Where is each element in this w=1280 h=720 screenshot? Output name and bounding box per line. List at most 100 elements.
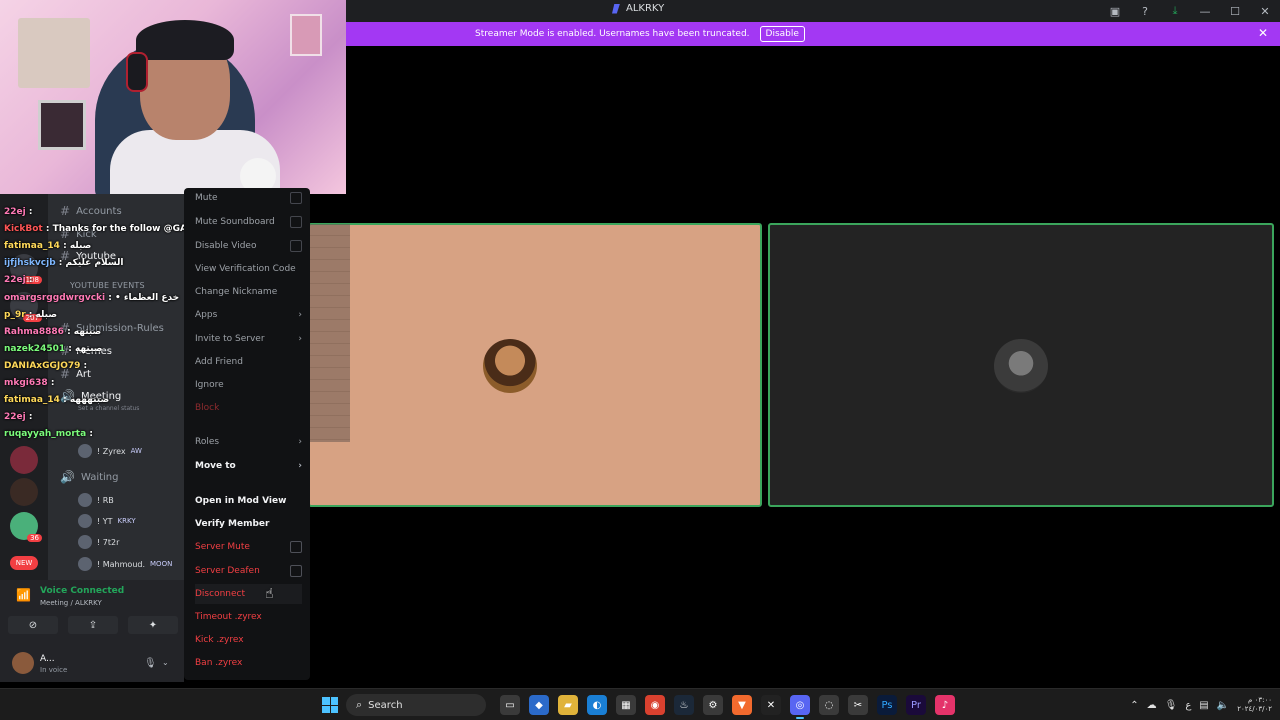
app-icon[interactable]: ◌: [819, 695, 839, 715]
chat-username: ijfjhskvcjb: [4, 258, 56, 268]
menu-ignore[interactable]: Ignore: [195, 375, 302, 395]
voice-user[interactable]: ! 7t2r: [78, 535, 124, 549]
menu-mute[interactable]: Mute: [195, 188, 302, 208]
store-icon[interactable]: ▦: [616, 695, 636, 715]
menu-invite[interactable]: Invite to Server ›: [195, 329, 302, 349]
steam-icon[interactable]: ♨: [674, 695, 694, 715]
camera-off-icon[interactable]: ⊘: [8, 616, 58, 634]
menu-mod-view[interactable]: Open in Mod View: [195, 491, 302, 511]
menu-mute-soundboard[interactable]: Mute Soundboard: [195, 212, 302, 232]
edge-icon[interactable]: ◐: [587, 695, 607, 715]
menu-disable-video[interactable]: Disable Video: [195, 236, 302, 256]
network-icon[interactable]: ▤: [1199, 700, 1208, 711]
menu-apps[interactable]: Apps ›: [195, 305, 302, 325]
close-window-icon[interactable]: ✕: [1250, 0, 1280, 22]
chat-message: nazek24501 : صبتهه: [4, 344, 102, 354]
cloud-icon[interactable]: ☁: [1147, 700, 1157, 711]
chat-message: 22ej :: [4, 412, 32, 422]
chat-username: fatimaa_14: [4, 241, 60, 251]
speaker-icon: 🔊: [60, 470, 75, 484]
chat-message: fatimaa_14 : صبتهههه: [4, 395, 109, 405]
voice-connected-subtitle[interactable]: Meeting / ALKRKY: [40, 599, 102, 607]
capcut-icon[interactable]: ✕: [761, 695, 781, 715]
server-icon[interactable]: [10, 446, 38, 474]
category-youtube-events[interactable]: YOUTUBE EVENTS: [70, 281, 145, 290]
settings-icon[interactable]: ⚙: [703, 695, 723, 715]
chat-text: : صبتهههه: [63, 395, 110, 405]
inbox-icon[interactable]: ▣: [1100, 0, 1130, 22]
channel-waiting[interactable]: 🔊 Waiting: [60, 470, 119, 484]
menu-ban[interactable]: Ban .zyrex: [195, 653, 302, 673]
chevron-up-icon[interactable]: ⌃: [1130, 700, 1138, 711]
menu-server-mute[interactable]: Server Mute: [195, 537, 302, 557]
server-icon[interactable]: [10, 478, 38, 506]
checkbox[interactable]: [290, 565, 302, 577]
chrome-icon[interactable]: ◉: [645, 695, 665, 715]
voice-user[interactable]: ! Zyrex AW: [78, 444, 142, 458]
voice-user-name: ! Mahmoud.: [97, 559, 146, 569]
menu-view-verification[interactable]: View Verification Code: [195, 259, 302, 279]
voice-user-name: ! Zyrex: [97, 446, 126, 456]
checkbox[interactable]: [290, 192, 302, 204]
menu-move-to[interactable]: Move to ›: [195, 456, 302, 476]
task-view-icon[interactable]: ▭: [500, 695, 520, 715]
snipping-tool-icon[interactable]: ✂: [848, 695, 868, 715]
new-badge[interactable]: NEW: [10, 556, 38, 570]
chat-message: 22ej :: [4, 275, 32, 285]
chat-text: :: [28, 275, 33, 285]
menu-disconnect[interactable]: Disconnect: [195, 584, 302, 604]
voice-user[interactable]: ! Mahmoud. MOON: [78, 557, 172, 571]
channel-label: Accounts: [76, 205, 122, 217]
checkbox[interactable]: [290, 216, 302, 228]
brave-icon[interactable]: ▼: [732, 695, 752, 715]
chat-username: DANIAxGGJO79: [4, 361, 81, 371]
chat-username: omargsrggdwrgvcki: [4, 293, 106, 303]
windows-start-icon[interactable]: [322, 697, 338, 713]
menu-change-nickname[interactable]: Change Nickname: [195, 282, 302, 302]
activities-icon[interactable]: ✦: [128, 616, 178, 634]
avatar[interactable]: [12, 652, 34, 674]
voice-user-name: ! RB: [97, 495, 114, 505]
menu-roles[interactable]: Roles ›: [195, 432, 302, 452]
tiktok-icon[interactable]: ♪: [935, 695, 955, 715]
file-explorer-icon[interactable]: ▰: [558, 695, 578, 715]
menu-verify-member[interactable]: Verify Member: [195, 514, 302, 534]
video-tile-1[interactable]: [308, 223, 762, 507]
taskbar-search[interactable]: ⌕ Search: [346, 694, 486, 716]
help-icon[interactable]: ?: [1130, 0, 1160, 22]
minimize-icon[interactable]: —: [1190, 0, 1220, 22]
menu-label: Block: [195, 403, 220, 413]
microphone-icon[interactable]: 🎙: [144, 658, 157, 669]
voice-user[interactable]: ! YT KRKY: [78, 514, 136, 528]
copilot-icon[interactable]: ◆: [529, 695, 549, 715]
menu-server-deafen[interactable]: Server Deafen: [195, 561, 302, 581]
chevron-down-icon[interactable]: ⌄: [162, 658, 169, 667]
checkbox[interactable]: [290, 240, 302, 252]
channel-status[interactable]: Set a channel status: [78, 405, 139, 412]
channel-accounts[interactable]: # Accounts: [60, 204, 122, 218]
photoshop-icon[interactable]: Ps: [877, 695, 897, 715]
maximize-icon[interactable]: ☐: [1220, 0, 1250, 22]
server-icon[interactable]: 36: [10, 512, 42, 542]
language-indicator[interactable]: ع: [1185, 700, 1191, 711]
clock[interactable]: ٠٣:٠٠ م ٢٠٢٤/٠٣/٠٢: [1237, 696, 1272, 714]
voice-user[interactable]: ! RB: [78, 493, 119, 507]
signal-icon[interactable]: 📶: [16, 588, 31, 602]
volume-icon[interactable]: 🔈: [1217, 700, 1229, 711]
menu-kick[interactable]: Kick .zyrex: [195, 630, 302, 650]
discord-icon[interactable]: ◎: [790, 695, 810, 719]
menu-timeout[interactable]: Timeout .zyrex: [195, 607, 302, 627]
checkbox[interactable]: [290, 541, 302, 553]
screen-share-icon[interactable]: ⇪: [68, 616, 118, 634]
premiere-icon[interactable]: Pr: [906, 695, 926, 715]
menu-add-friend[interactable]: Add Friend: [195, 352, 302, 372]
disable-streamer-button[interactable]: Disable: [759, 26, 805, 42]
taskbar-apps: ▭ ◆ ▰ ◐ ▦ ◉ ♨ ⚙ ▼ ✕ ◎ ◌ ✂ Ps Pr ♪: [500, 695, 955, 719]
user-name: A...: [40, 654, 55, 664]
menu-block[interactable]: Block: [195, 398, 302, 418]
menu-label: Mute: [195, 193, 218, 203]
download-icon[interactable]: ⤓: [1160, 0, 1190, 22]
video-tile-2[interactable]: [768, 223, 1274, 507]
banner-close-icon[interactable]: ✕: [1258, 26, 1268, 40]
microphone-icon[interactable]: 🎙: [1165, 700, 1178, 711]
